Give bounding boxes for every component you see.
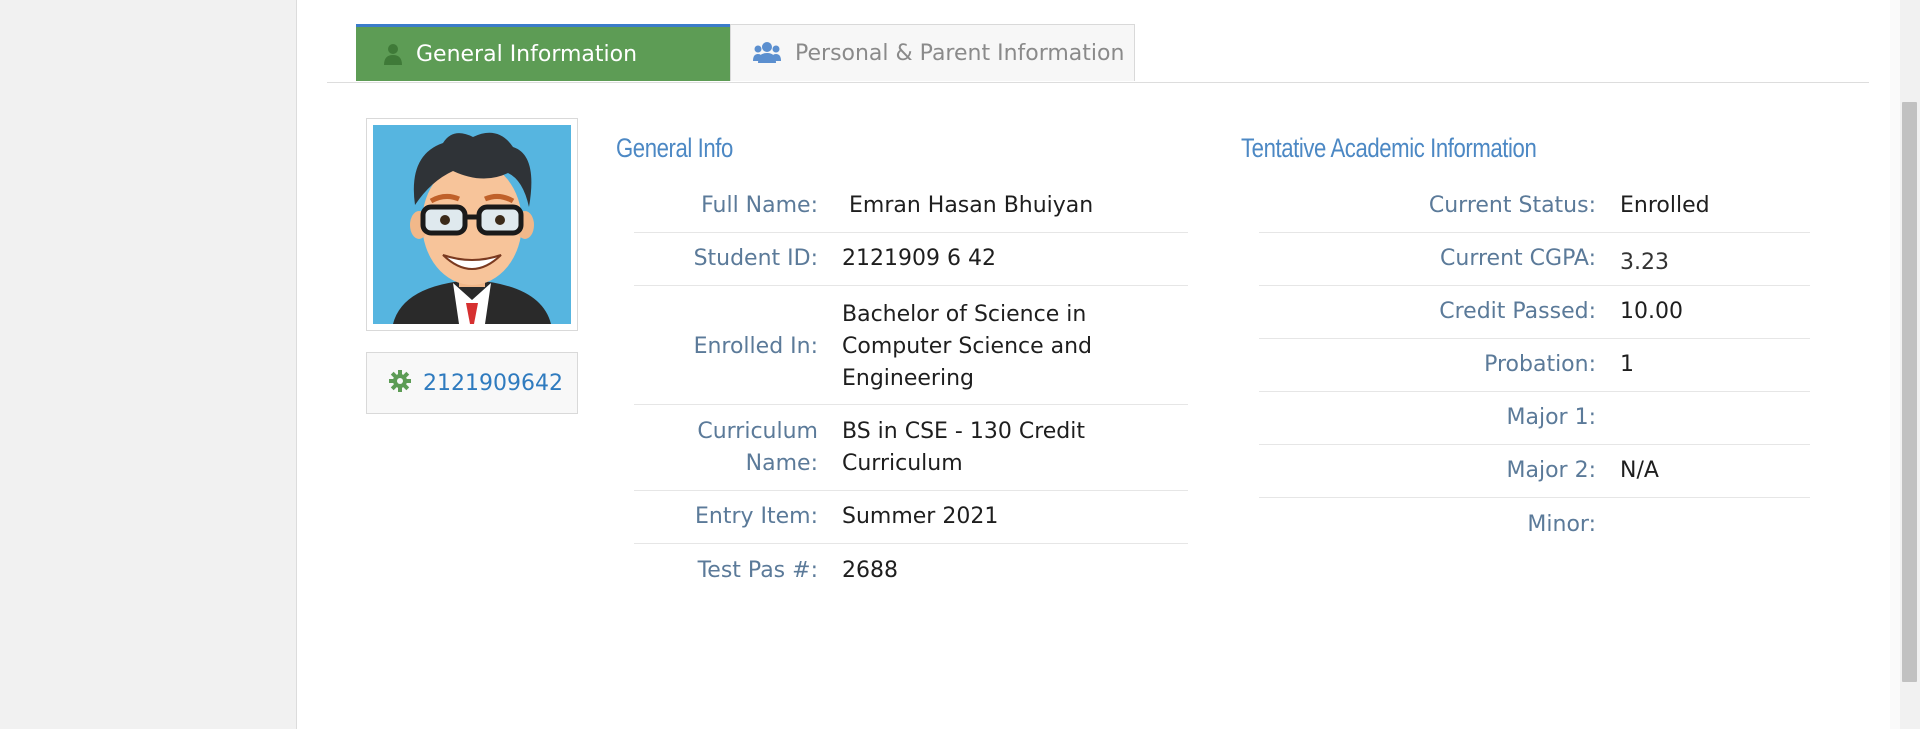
user-icon [384, 43, 402, 65]
row-label: Current CGPA: [1440, 246, 1596, 271]
content-edge [1890, 0, 1900, 729]
table-row: Probation: 1 [1259, 339, 1810, 392]
tab-label: Personal & Parent Information [795, 40, 1125, 66]
row-label: Curriculum Name: [697, 418, 818, 476]
row-label: Major 1: [1506, 405, 1596, 430]
avatar [366, 118, 578, 331]
table-row: Credit Passed: 10.00 [1259, 286, 1810, 339]
table-row: Enrolled In: Bachelor of Science in Comp… [634, 286, 1188, 405]
tab-bar: General Information Personal & Parent In… [327, 0, 1869, 83]
table-row: Major 2: N/A [1259, 445, 1810, 498]
table-row: Minor: [1259, 498, 1810, 551]
row-label: Minor: [1527, 511, 1596, 537]
general-info-title: General Info [616, 133, 733, 163]
row-label: Major 2: [1506, 458, 1596, 483]
student-id-link[interactable]: 2121909642 [366, 352, 578, 414]
row-value: Emran Hasan Bhuiyan [842, 193, 1094, 218]
table-row: Student ID: 2121909 6 42 [634, 233, 1188, 286]
general-info-table: Full Name: Emran Hasan Bhuiyan Student I… [634, 180, 1188, 597]
row-label: Student ID: [693, 246, 818, 271]
table-row: Curriculum Name: BS in CSE - 130 Credit … [634, 405, 1188, 491]
row-value: Enrolled [1620, 193, 1710, 218]
row-label: Probation: [1484, 352, 1596, 377]
table-row: Test Pas #: 2688 [634, 544, 1188, 597]
scrollbar[interactable] [1900, 0, 1920, 729]
row-value: 2688 [842, 557, 898, 583]
tab-general-information[interactable]: General Information [356, 24, 730, 81]
row-value: 1 [1620, 352, 1634, 377]
table-row: Current Status: Enrolled [1259, 180, 1810, 233]
row-label: Test Pas #: [697, 557, 818, 583]
cgpa-value: 3.23 [1620, 250, 1669, 275]
table-row: Current CGPA: 3.23 [1259, 233, 1810, 286]
gear-icon [389, 370, 411, 396]
row-label: Entry Item: [694, 504, 818, 529]
table-row: Full Name: Emran Hasan Bhuiyan [634, 180, 1188, 233]
row-label: Enrolled In: [693, 334, 818, 359]
academic-info-title: Tentative Academic Information [1241, 133, 1537, 163]
users-icon [753, 41, 781, 65]
row-label: Current Status: [1428, 193, 1596, 218]
academic-info-table: Current Status: Enrolled Current CGPA: 3… [1259, 180, 1810, 551]
table-row: Major 1: [1259, 392, 1810, 445]
row-value: Summer 2021 [842, 504, 999, 529]
row-value: N/A [1620, 458, 1659, 483]
row-label: Credit Passed: [1439, 299, 1596, 324]
row-value: 2121909 6 42 [842, 246, 996, 271]
id-link-text[interactable]: 2121909642 [423, 371, 563, 396]
tab-label: General Information [416, 41, 638, 67]
scrollbar-thumb[interactable] [1902, 102, 1917, 682]
row-label: Full Name: [701, 193, 818, 218]
table-row: Entry Item: Summer 2021 [634, 491, 1188, 544]
avatar-image [373, 125, 571, 324]
row-value: Bachelor of Science in Computer Science … [842, 302, 1093, 391]
row-value: BS in CSE - 130 Credit Curriculum [842, 418, 1086, 476]
left-gutter [0, 0, 297, 729]
row-value: 10.00 [1620, 299, 1683, 324]
tab-personal-parent-information[interactable]: Personal & Parent Information [730, 24, 1135, 81]
